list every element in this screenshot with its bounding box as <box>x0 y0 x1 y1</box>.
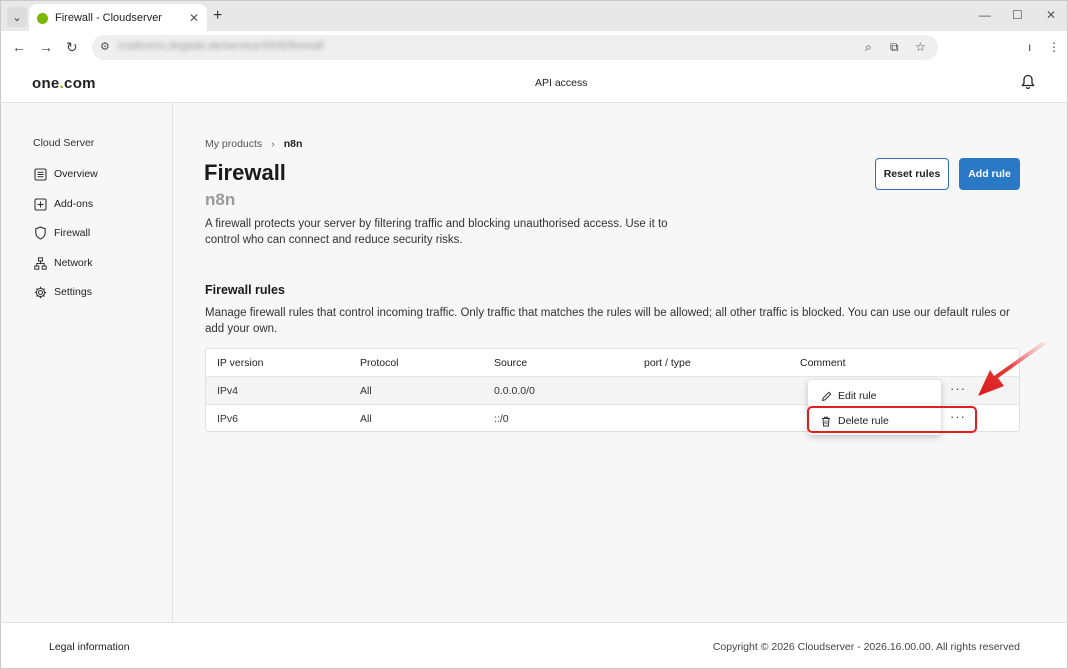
edit-rule-menu-item[interactable]: Edit rule <box>820 388 877 404</box>
row-more-options-icon[interactable]: ··· <box>950 381 966 396</box>
close-tab-icon[interactable]: ✕ <box>189 11 199 25</box>
sidebar-title: Cloud Server <box>33 137 95 149</box>
column-protocol: Protocol <box>360 357 399 369</box>
browser-tab-bar: ⌄ Firewall - Cloudserver ✕ + — ☐ ✕ <box>0 0 1068 32</box>
column-source: Source <box>494 357 528 369</box>
sidebar-item-firewall[interactable]: Firewall <box>33 224 90 242</box>
network-icon <box>33 256 47 270</box>
main-content: My products › n8n Firewall n8n A firewal… <box>173 103 1068 622</box>
chevron-down-icon: ⌄ <box>12 11 22 24</box>
maximize-icon[interactable]: ☐ <box>1012 8 1023 22</box>
brand-logo[interactable]: one.com <box>32 75 96 92</box>
sidebar-item-label: Firewall <box>54 227 91 239</box>
cell-source: 0.0.0.0/0 <box>494 385 535 397</box>
browser-toolbar: ← → ↻ ⚙ cradcoms.dogado.de/service/4006/… <box>0 31 1068 65</box>
page-description: A firewall protects your server by filte… <box>205 218 668 246</box>
browser-tab[interactable]: Firewall - Cloudserver ✕ <box>29 4 207 32</box>
sidebar-item-overview[interactable]: Overview <box>33 165 98 183</box>
url-text: cradcoms.dogado.de/service/4006/firewall <box>118 40 324 52</box>
gear-icon <box>33 285 47 299</box>
address-bar[interactable]: ⚙ cradcoms.dogado.de/service/4006/firewa… <box>92 35 938 60</box>
cell-ip-version: IPv6 <box>217 413 239 425</box>
sidebar-item-settings[interactable]: Settings <box>33 283 92 301</box>
highlight-box <box>807 406 977 433</box>
bookmark-star-icon[interactable]: ☆ <box>915 40 926 54</box>
table-header: IP version Protocol Source port / type C… <box>206 349 1019 377</box>
column-ip-version: IP version <box>217 357 264 369</box>
shield-icon <box>33 226 47 240</box>
new-tab-button[interactable]: + <box>213 7 222 25</box>
cell-source: ::/0 <box>494 413 509 425</box>
firewall-rules-title: Firewall rules <box>205 283 285 297</box>
install-app-icon[interactable]: ⧉ <box>890 40 899 55</box>
window-close-icon[interactable]: ✕ <box>1046 8 1056 22</box>
cell-ip-version: IPv4 <box>217 385 239 397</box>
sidebar-item-label: Settings <box>54 286 92 298</box>
zoom-icon[interactable]: ⌕ <box>865 40 872 55</box>
minimize-icon[interactable]: — <box>979 8 991 22</box>
site-info-icon[interactable]: ⚙ <box>100 40 110 53</box>
pencil-icon <box>820 390 832 402</box>
chevron-right-icon: › <box>271 138 275 150</box>
back-arrow-icon[interactable]: ← <box>12 39 26 55</box>
api-access-link[interactable]: API access <box>535 77 588 89</box>
bell-icon[interactable] <box>1021 74 1035 90</box>
breadcrumb-current: n8n <box>283 138 303 150</box>
logo-text-one: one <box>32 75 60 92</box>
add-rule-button[interactable]: Add rule <box>959 158 1020 190</box>
red-arrow-icon <box>978 342 1046 396</box>
column-comment: Comment <box>800 357 846 369</box>
sidebar: Cloud Server Overview Add-ons Firewall N… <box>0 103 173 622</box>
firewall-rules-description: Manage firewall rules that control incom… <box>205 307 1010 335</box>
legal-information-link[interactable]: Legal information <box>49 641 130 653</box>
browser-menu-icon[interactable]: ⋮ <box>1048 40 1060 54</box>
reset-rules-button[interactable]: Reset rules <box>875 158 949 190</box>
logo-text-com: com <box>64 75 96 92</box>
edit-rule-label: Edit rule <box>838 390 877 402</box>
sidebar-item-label: Network <box>54 257 93 269</box>
tab-title: Firewall - Cloudserver <box>55 12 162 24</box>
app-header: one.com API access <box>0 65 1068 103</box>
breadcrumb-my-products[interactable]: My products <box>205 138 262 150</box>
favicon-icon <box>37 12 48 24</box>
tab-search-button[interactable]: ⌄ <box>7 7 27 27</box>
breadcrumb: My products › n8n <box>205 138 302 150</box>
forward-arrow-icon[interactable]: → <box>39 39 53 55</box>
plus-square-icon <box>33 197 47 211</box>
sidebar-item-label: Add-ons <box>54 198 94 210</box>
sidebar-item-label: Overview <box>54 168 98 180</box>
cell-protocol: All <box>360 413 372 425</box>
reload-icon[interactable]: ↻ <box>66 39 78 56</box>
footer: Legal information Copyright © 2026 Cloud… <box>0 622 1068 669</box>
page-subtitle: n8n <box>205 190 236 209</box>
page-title: Firewall <box>204 160 286 185</box>
column-port-type: port / type <box>644 357 691 369</box>
sidebar-item-network[interactable]: Network <box>33 254 93 272</box>
list-icon <box>33 167 47 181</box>
copyright-text: Copyright © 2026 Cloudserver - 2026.16.0… <box>712 641 1020 653</box>
cell-protocol: All <box>360 385 372 397</box>
sidebar-item-add-ons[interactable]: Add-ons <box>33 195 93 213</box>
profile-icon[interactable]: ı <box>1028 40 1031 54</box>
